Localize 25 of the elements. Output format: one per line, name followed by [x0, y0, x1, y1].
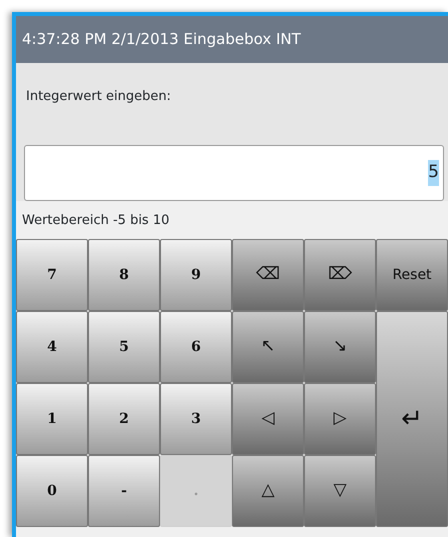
key-button[interactable]: -: [88, 455, 160, 527]
range-hint: Wertebereich -5 bis 10: [22, 213, 170, 228]
key-button[interactable]: 1: [16, 383, 88, 455]
key-button[interactable]: 6: [160, 311, 232, 383]
function-key-button[interactable]: △: [232, 455, 304, 527]
function-key-button[interactable]: ⌫: [232, 239, 304, 311]
key-button[interactable]: 5: [88, 311, 160, 383]
function-key-button[interactable]: Reset: [376, 239, 448, 311]
key-button[interactable]: 4: [16, 311, 88, 383]
key-button[interactable]: 7: [16, 239, 88, 311]
function-key-button[interactable]: ◁: [232, 383, 304, 455]
key-button[interactable]: 0: [16, 455, 88, 527]
function-key-button[interactable]: ↘: [304, 311, 376, 383]
prompt-label: Integerwert eingeben:: [26, 89, 171, 104]
function-key-button[interactable]: ↖: [232, 311, 304, 383]
enter-key-button[interactable]: ↵: [376, 311, 448, 527]
key-button[interactable]: 8: [88, 239, 160, 311]
function-key-button[interactable]: ▷: [304, 383, 376, 455]
window-title: 4:37:28 PM 2/1/2013 Eingabebox INT: [16, 16, 448, 63]
key-button[interactable]: 3: [160, 383, 232, 455]
function-key-button[interactable]: ⌦: [304, 239, 376, 311]
input-field[interactable]: 5: [24, 145, 444, 201]
key-button[interactable]: 9: [160, 239, 232, 311]
key-button[interactable]: 2: [88, 383, 160, 455]
function-key-button[interactable]: ▽: [304, 455, 376, 527]
